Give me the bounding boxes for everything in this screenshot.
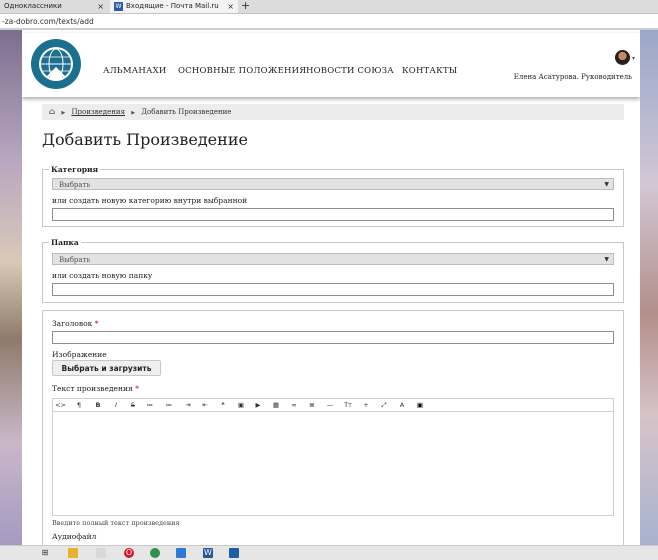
mail-favicon-icon: W	[114, 2, 123, 11]
special-chars-icon[interactable]: +	[361, 400, 371, 411]
site-header: АЛЬМАНАХИ ОСНОВНЫЕ ПОЛОЖЕНИЯ НОВОСТИ СОЮ…	[22, 33, 640, 97]
taskbar: ⊞ O W	[0, 545, 658, 560]
task-view-icon[interactable]: ⊞	[40, 548, 50, 558]
tab-label: Входящие - Почта Mail.ru	[126, 2, 219, 10]
new-folder-input[interactable]	[52, 283, 614, 296]
app-icon[interactable]	[96, 548, 106, 558]
paragraph-icon[interactable]: ¶	[74, 400, 84, 411]
nav-main-provisions[interactable]: ОСНОВНЫЕ ПОЛОЖЕНИЯ	[178, 66, 306, 76]
audio-label: Аудиофайл	[52, 532, 97, 541]
tab-label: Одноклассники	[4, 2, 62, 10]
video-icon[interactable]: ▶	[253, 400, 263, 411]
align-icon[interactable]: ≣	[307, 400, 317, 411]
breadcrumb-link-works[interactable]: Произведения	[71, 108, 125, 116]
chevron-down-icon: ▼	[604, 181, 609, 188]
text-label-text: Текст произведения	[52, 384, 133, 393]
text-helper: Введите полный текст произведения	[52, 519, 180, 527]
strikethrough-icon[interactable]: S	[128, 400, 138, 411]
bullet-list-icon[interactable]: ≔	[145, 400, 155, 411]
title-input[interactable]	[52, 331, 614, 344]
app-icon[interactable]	[176, 548, 186, 558]
title-label-text: Заголовок	[52, 319, 93, 328]
indent-icon[interactable]: ⇥	[183, 400, 193, 411]
upload-button[interactable]: Выбрать и загрузить	[52, 360, 161, 376]
browser-tab-bar: Одноклассники × W Входящие - Почта Mail.…	[0, 0, 658, 14]
new-category-input[interactable]	[52, 208, 614, 221]
image-label: Изображение	[52, 350, 107, 359]
user-name[interactable]: Елена Асатурова. Руководитель	[514, 73, 632, 81]
site-logo-icon[interactable]	[27, 37, 85, 91]
text-color-icon[interactable]: A	[397, 400, 407, 411]
text-editor[interactable]	[52, 412, 614, 516]
source-code-icon[interactable]: <>	[55, 400, 66, 411]
chevron-down-icon[interactable]: ▾	[632, 55, 635, 62]
outdent-icon[interactable]: ⇤	[200, 400, 210, 411]
text-label: Текст произведения *	[52, 384, 139, 393]
nav-union-news[interactable]: НОВОСТИ СОЮЗА	[306, 66, 394, 76]
title-label: Заголовок *	[52, 319, 98, 328]
address-bar[interactable]: -za-dobro.com/texts/add	[0, 14, 658, 29]
word-icon[interactable]: W	[203, 548, 213, 558]
quote-icon[interactable]: ❝	[218, 400, 228, 411]
avatar[interactable]	[615, 50, 630, 65]
category-select[interactable]: Выбрать ▼	[52, 178, 614, 190]
category-select-value: Выбрать	[59, 181, 91, 189]
required-mark: *	[135, 384, 139, 393]
chrome-icon[interactable]	[150, 548, 160, 558]
breadcrumb-current: Добавить Произведение	[141, 108, 232, 116]
close-tab-icon[interactable]: ×	[227, 0, 234, 13]
page-title: Добавить Произведение	[42, 130, 248, 149]
category-legend: Категория	[51, 165, 99, 174]
folder-select[interactable]: Выбрать ▼	[52, 253, 614, 265]
breadcrumb-separator-icon: ▶	[131, 110, 136, 116]
new-tab-button[interactable]: +	[241, 0, 250, 12]
numbered-list-icon[interactable]: ≔	[164, 400, 174, 411]
new-category-label: или создать новую категорию внутри выбра…	[52, 196, 248, 205]
table-icon[interactable]: ▦	[271, 400, 281, 411]
tab-mail[interactable]: W Входящие - Почта Mail.ru ×	[110, 0, 238, 13]
home-icon[interactable]: ⌂	[49, 107, 55, 116]
new-folder-label: или создать новую папку	[52, 271, 153, 280]
required-mark: *	[94, 319, 99, 328]
image-icon[interactable]: ▣	[236, 400, 246, 411]
nav-contacts[interactable]: КОНТАКТЫ	[402, 66, 457, 76]
horizontal-rule-icon[interactable]: —	[325, 400, 335, 411]
desktop-background-left	[0, 30, 22, 545]
font-size-icon[interactable]: Tт	[343, 400, 353, 411]
link-icon[interactable]: ∞	[289, 400, 299, 411]
folder-legend: Папка	[51, 238, 79, 247]
tab-odnoklassniki[interactable]: Одноклассники ×	[0, 0, 108, 13]
app-icon[interactable]	[229, 548, 239, 558]
fullscreen-icon[interactable]: ⤢	[379, 400, 389, 411]
breadcrumb-separator-icon: ▶	[61, 110, 66, 116]
close-tab-icon[interactable]: ×	[97, 0, 104, 13]
background-color-icon[interactable]: ▣	[415, 400, 425, 411]
italic-icon[interactable]: I	[111, 400, 121, 411]
folder-select-value: Выбрать	[59, 256, 91, 264]
opera-icon[interactable]: O	[124, 548, 134, 558]
chevron-down-icon: ▼	[604, 256, 609, 263]
desktop-background-right	[640, 30, 658, 545]
nav-almanacs[interactable]: АЛЬМАНАХИ	[103, 66, 167, 76]
breadcrumb: ⌂ ▶ Произведения ▶ Добавить Произведение	[42, 104, 624, 120]
web-page: АЛЬМАНАХИ ОСНОВНЫЕ ПОЛОЖЕНИЯ НОВОСТИ СОЮ…	[22, 30, 640, 545]
file-explorer-icon[interactable]	[68, 548, 78, 558]
bold-icon[interactable]: B	[93, 400, 103, 411]
editor-toolbar: <> ¶ B I S ≔ ≔ ⇥ ⇤ ❝ ▣ ▶ ▦ ∞ ≣ — Tт + ⤢ …	[52, 398, 614, 412]
